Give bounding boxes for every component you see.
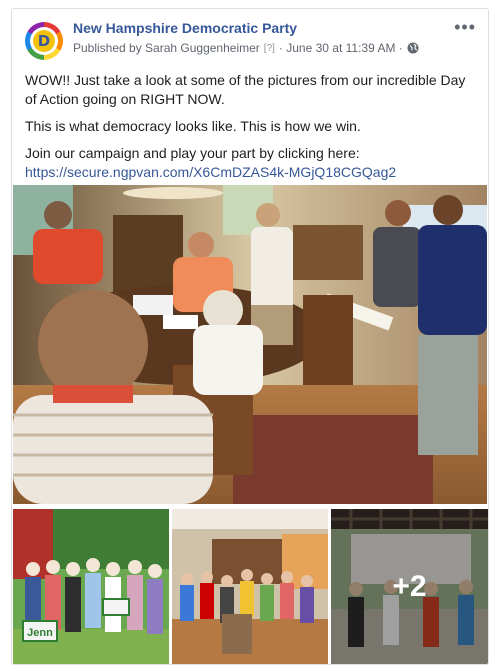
post-header: D New Hampshire Democratic Party Publish… (25, 17, 478, 63)
help-mark[interactable]: [?] (264, 43, 275, 54)
photo-thumb-1-image: Jenn (13, 509, 169, 664)
photo-thumb-3[interactable]: +2 (331, 509, 488, 664)
published-by-text[interactable]: Published by Sarah Guggenheimer (73, 41, 260, 55)
more-photos-overlay[interactable]: +2 (331, 509, 488, 664)
post-paragraph-3: Join our campaign and play your part by … (25, 144, 477, 182)
more-options-icon[interactable]: ••• (454, 17, 476, 38)
post-paragraph-1: WOW!! Just take a look at some of the pi… (25, 72, 466, 107)
photo-thumb-2-image (172, 509, 328, 664)
main-photo-image (13, 185, 487, 504)
main-photo[interactable] (13, 185, 487, 504)
photo-grid: Jenn +2 (12, 185, 488, 664)
post-paragraph-2: This is what democracy looks like. This … (25, 118, 361, 134)
photo-thumb-1-sign: Jenn (27, 627, 53, 639)
photo-thumb-2[interactable] (172, 509, 328, 664)
campaign-link[interactable]: https://secure.ngpvan.com/X6CmDZAS4k-MGj… (25, 164, 396, 180)
page-name-link[interactable]: New Hampshire Democratic Party (73, 20, 297, 36)
post-timestamp[interactable]: · June 30 at 11:39 AM · (279, 41, 403, 55)
avatar-letter: D (33, 30, 55, 52)
post-card: D New Hampshire Democratic Party Publish… (11, 8, 489, 665)
page-avatar-icon[interactable]: D (25, 22, 63, 60)
globe-icon[interactable] (407, 42, 419, 54)
photo-thumb-1[interactable]: Jenn (13, 509, 169, 664)
post-meta: Published by Sarah Guggenheimer [?] · Ju… (73, 41, 419, 55)
post-text: WOW!! Just take a look at some of the pi… (25, 71, 477, 182)
post-paragraph-3-text: Join our campaign and play your part by … (25, 145, 360, 161)
